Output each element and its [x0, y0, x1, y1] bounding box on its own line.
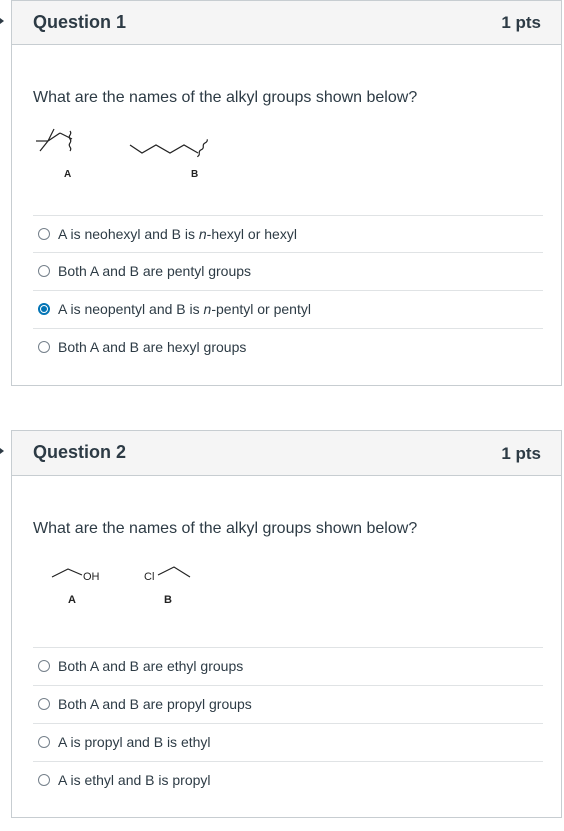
answer-list: A is neohexyl and B is n-hexyl or hexyl … — [33, 215, 543, 366]
question-title: Question 1 — [33, 12, 127, 32]
answer-label: Both A and B are ethyl groups — [58, 658, 244, 674]
structure-b-cl: Cl — [144, 571, 154, 583]
radio-button[interactable] — [38, 698, 50, 710]
answer-list: Both A and B are ethyl groups Both A and… — [33, 647, 543, 799]
answer-option[interactable]: Both A and B are hexyl groups — [33, 328, 543, 366]
alkyl-structures-figure: OH A Cl B — [48, 563, 208, 614]
radio-button-checked[interactable] — [38, 303, 50, 315]
answer-option[interactable]: Both A and B are ethyl groups — [33, 647, 543, 685]
structure-a-label: A — [64, 169, 71, 180]
alkyl-structures-figure: A B — [34, 117, 224, 188]
structure-a-oh: OH — [83, 571, 100, 583]
structure-b — [157, 566, 191, 578]
answer-label: A is propyl and B is ethyl — [58, 734, 211, 750]
answer-option[interactable]: A is neohexyl and B is n-hexyl or hexyl — [33, 215, 543, 252]
structure-b — [129, 139, 208, 158]
answer-label: A is neopentyl and B is n-pentyl or pent… — [58, 301, 311, 317]
question-points: 1 pts — [501, 444, 541, 463]
structure-a — [36, 128, 73, 152]
radio-button[interactable] — [38, 660, 50, 672]
question-header: Question 1 1 pts — [12, 1, 561, 45]
answer-label: A is ethyl and B is propyl — [58, 772, 211, 788]
question-marker-icon — [0, 448, 5, 454]
question-header: Question 2 1 pts — [12, 431, 561, 476]
answer-label: A is neohexyl and B is n-hexyl or hexyl — [58, 226, 297, 242]
radio-button[interactable] — [38, 228, 50, 240]
radio-button[interactable] — [38, 774, 50, 786]
structure-b-label: B — [164, 594, 172, 606]
answer-option[interactable]: Both A and B are pentyl groups — [33, 252, 543, 290]
radio-button[interactable] — [38, 265, 50, 277]
structure-a — [51, 568, 83, 578]
question-card-1: Question 1 1 pts What are the names of t… — [11, 0, 562, 386]
radio-button[interactable] — [38, 341, 50, 353]
question-prompt: What are the names of the alkyl groups s… — [33, 89, 418, 106]
answer-label: Both A and B are pentyl groups — [58, 263, 252, 279]
answer-label: Both A and B are propyl groups — [58, 696, 252, 712]
question-prompt: What are the names of the alkyl groups s… — [33, 520, 418, 537]
answer-option[interactable]: A is ethyl and B is propyl — [33, 761, 543, 799]
structure-b-label: B — [191, 169, 198, 180]
structure-a-label: A — [68, 594, 76, 606]
answer-option[interactable]: Both A and B are propyl groups — [33, 685, 543, 723]
answer-label: Both A and B are hexyl groups — [58, 339, 247, 355]
question-points: 1 pts — [501, 13, 541, 32]
question-card-2: Question 2 1 pts What are the names of t… — [11, 430, 562, 818]
answer-option-selected[interactable]: A is neopentyl and B is n-pentyl or pent… — [33, 290, 543, 328]
answer-option[interactable]: A is propyl and B is ethyl — [33, 723, 543, 761]
question-title: Question 2 — [33, 442, 127, 462]
radio-button[interactable] — [38, 736, 50, 748]
question-marker-icon — [0, 18, 5, 24]
